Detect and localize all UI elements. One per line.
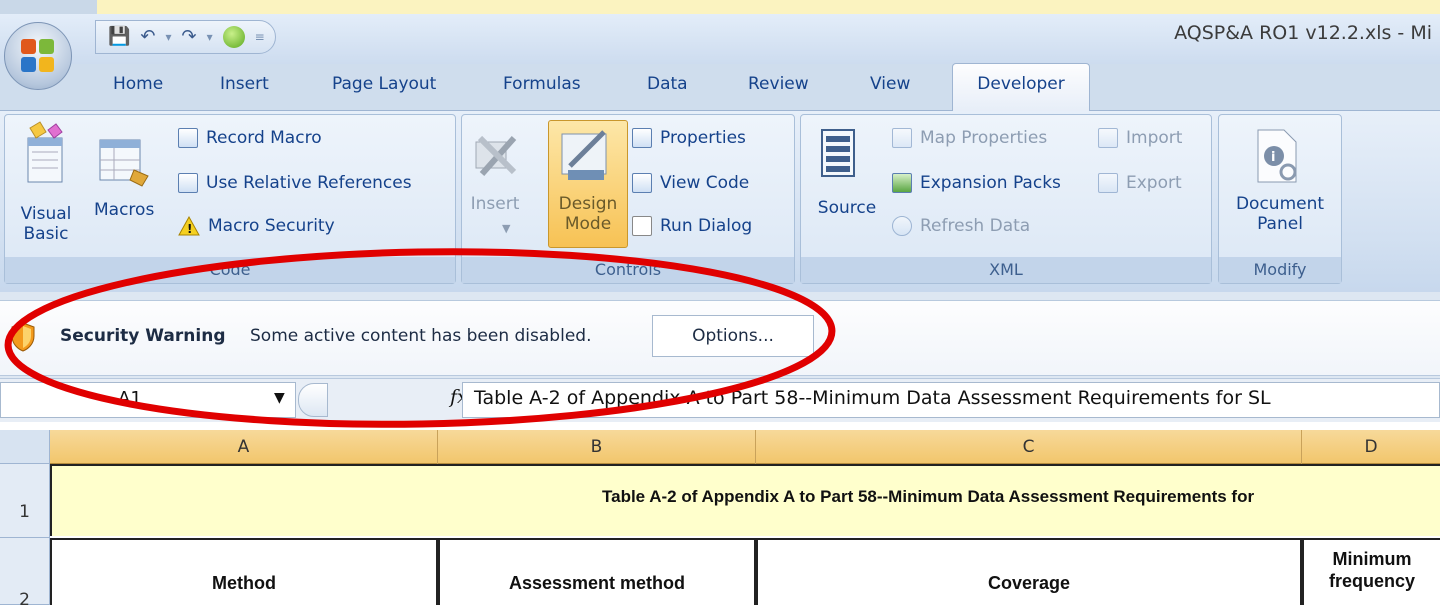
redo-dropdown-icon[interactable]: ▾ [207, 30, 213, 44]
security-warning-message: Some active content has been disabled. [250, 326, 592, 346]
properties-icon [632, 128, 652, 148]
code-group-label: Code [5, 257, 455, 283]
warning-icon: ! [178, 216, 200, 236]
properties-button[interactable]: Properties [632, 128, 746, 148]
ribbon-tab-row [0, 64, 1440, 110]
redo-icon[interactable]: ↷ [182, 28, 197, 46]
row-header-2[interactable]: 2 [0, 538, 50, 605]
map-properties-icon [892, 128, 912, 148]
table-title-text: Table A-2 of Appendix A to Part 58--Mini… [602, 487, 1255, 506]
tab-home[interactable]: Home [113, 74, 163, 94]
svg-text:!: ! [187, 222, 192, 236]
tab-review[interactable]: Review [748, 74, 809, 94]
record-macro-label: Record Macro [206, 128, 322, 148]
cell-b2[interactable]: Assessment method [438, 538, 756, 605]
modify-group-label: Modify [1219, 257, 1341, 283]
column-header-a[interactable]: A [50, 430, 438, 464]
tab-view[interactable]: View [870, 74, 910, 94]
name-box-dropdown-icon[interactable]: ▼ [274, 390, 285, 406]
column-header-d[interactable]: D [1302, 430, 1440, 464]
design-mode-icon [561, 130, 607, 180]
import-icon [1098, 128, 1118, 148]
office-button[interactable] [4, 22, 72, 90]
run-dialog-label: Run Dialog [660, 216, 753, 236]
formula-bar-resize-handle[interactable] [298, 383, 328, 417]
shield-icon [11, 322, 35, 352]
xml-group-label: XML [801, 257, 1211, 283]
tab-formulas[interactable]: Formulas [503, 74, 581, 94]
record-macro-icon [178, 128, 198, 148]
expansion-packs-icon [892, 173, 912, 193]
quick-access-toolbar: 💾 ↶ ▾ ↷ ▾ ≡ [95, 20, 276, 54]
run-dialog-icon [632, 216, 652, 236]
relative-references-icon [178, 173, 198, 193]
use-relative-references-button[interactable]: Use Relative References [178, 173, 412, 193]
import-button[interactable]: Import [1098, 128, 1182, 148]
formula-value: Table A-2 of Appendix A to Part 58--Mini… [474, 387, 1271, 409]
source-button[interactable]: Source [816, 198, 878, 218]
column-header-c[interactable]: C [756, 430, 1302, 464]
macros-icon [99, 139, 149, 187]
export-icon [1098, 173, 1118, 193]
map-properties-button[interactable]: Map Properties [892, 128, 1047, 148]
expansion-packs-label: Expansion Packs [920, 173, 1061, 193]
view-code-icon [632, 173, 652, 193]
refresh-data-icon [892, 216, 912, 236]
svg-text:i: i [1271, 150, 1275, 165]
refresh-data-label: Refresh Data [920, 216, 1031, 236]
options-button[interactable]: Options... [652, 315, 814, 357]
tab-developer[interactable]: Developer [952, 63, 1090, 111]
record-macro-button[interactable]: Record Macro [178, 128, 322, 148]
macro-security-button[interactable]: ! Macro Security [178, 216, 335, 236]
undo-dropdown-icon[interactable]: ▾ [166, 30, 172, 44]
cell-a2[interactable]: Method [50, 538, 438, 605]
expansion-packs-button[interactable]: Expansion Packs [892, 173, 1061, 193]
insert-controls-icon [475, 135, 517, 176]
name-box-value: A1 [118, 388, 142, 409]
visual-basic-button[interactable]: Visual Basic [20, 204, 72, 244]
column-header-b[interactable]: B [438, 430, 756, 464]
tab-page-layout[interactable]: Page Layout [332, 74, 436, 94]
import-label: Import [1126, 128, 1183, 148]
tab-data[interactable]: Data [647, 74, 688, 94]
select-all-corner[interactable] [0, 430, 50, 464]
insert-dropdown-icon[interactable]: ▼ [502, 222, 510, 235]
name-box[interactable] [0, 382, 296, 418]
security-warning-title: Security Warning [60, 326, 226, 346]
top-strip [0, 0, 1440, 14]
run-dialog-button[interactable]: Run Dialog [632, 216, 752, 236]
macros-button[interactable]: Macros [94, 200, 154, 220]
map-properties-label: Map Properties [920, 128, 1048, 148]
row-header-1[interactable]: 1 [0, 464, 50, 538]
refresh-data-button[interactable]: Refresh Data [892, 216, 1030, 236]
export-button[interactable]: Export [1098, 173, 1182, 193]
view-code-label: View Code [660, 173, 750, 193]
insert-controls-button[interactable]: Insert [470, 194, 520, 214]
cell-c2[interactable]: Coverage [756, 538, 1302, 605]
use-relative-references-label: Use Relative References [206, 173, 412, 193]
undo-icon[interactable]: ↶ [140, 28, 155, 46]
controls-group-label: Controls [462, 257, 794, 283]
office-logo-icon [21, 39, 55, 73]
design-mode-label: Design Mode [558, 194, 618, 234]
export-label: Export [1126, 173, 1182, 193]
source-icon [821, 129, 855, 177]
cell-d2[interactable]: Minimum frequency [1302, 538, 1440, 605]
document-panel-button[interactable]: Document Panel [1224, 194, 1336, 234]
qat-dropdown-icon[interactable]: ≡ [255, 30, 265, 44]
view-code-button[interactable]: View Code [632, 173, 749, 193]
tab-insert[interactable]: Insert [220, 74, 269, 94]
save-icon[interactable]: 💾 [108, 28, 130, 46]
macro-security-label: Macro Security [208, 216, 335, 236]
visual-basic-icon [27, 121, 63, 183]
properties-label: Properties [660, 128, 746, 148]
window-title: AQSP&A RO1 v12.2.xls - Mi [1174, 22, 1432, 44]
green-circle-icon[interactable] [222, 26, 245, 48]
document-panel-icon: i [1257, 129, 1297, 183]
